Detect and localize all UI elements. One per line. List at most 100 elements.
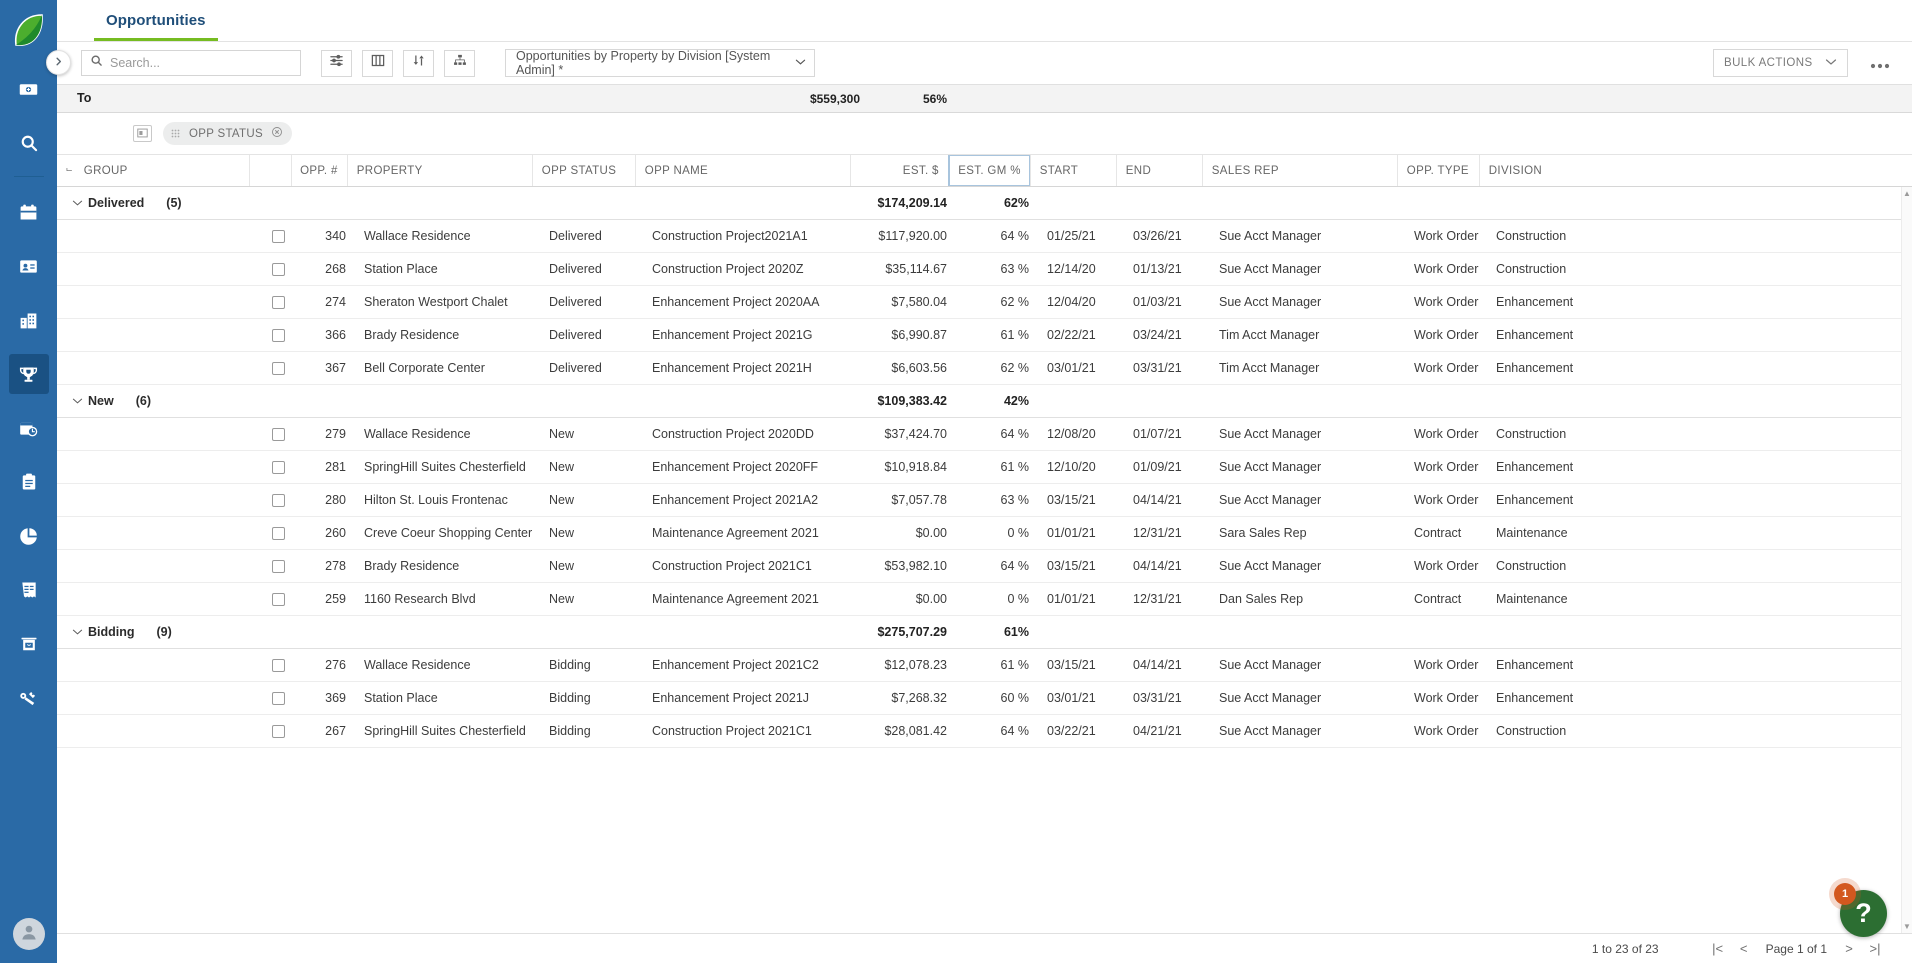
filter-button[interactable] [321, 50, 352, 77]
group-button[interactable] [444, 50, 475, 77]
column-header-opp_no[interactable]: OPP. # [291, 155, 347, 186]
group-panel-toggle[interactable] [133, 125, 152, 142]
view-selector[interactable]: Opportunities by Property by Division [S… [505, 49, 815, 77]
sidebar-item-calendar[interactable] [9, 192, 49, 232]
sidebar-item-properties[interactable] [9, 300, 49, 340]
column-header-est[interactable]: EST. $ [850, 155, 948, 186]
row-checkbox-cell[interactable] [257, 352, 299, 384]
row-checkbox[interactable] [272, 725, 285, 738]
bulk-actions-button[interactable]: BULK ACTIONS [1713, 49, 1848, 77]
column-header-start[interactable]: START [1030, 155, 1116, 186]
row-checkbox-cell[interactable] [257, 418, 299, 450]
sort-indicator-icon[interactable]: ⌐ [57, 155, 75, 186]
search-input[interactable] [110, 56, 292, 70]
table-row[interactable]: 276Wallace ResidenceBiddingEnhancement P… [57, 649, 1912, 682]
chevron-down-icon[interactable] [66, 199, 88, 207]
row-checkbox[interactable] [272, 560, 285, 573]
row-checkbox[interactable] [272, 461, 285, 474]
column-header-opp_status[interactable]: OPP STATUS [532, 155, 635, 186]
table-row[interactable]: 268Station PlaceDeliveredConstruction Pr… [57, 253, 1912, 286]
first-page-icon[interactable]: |< [1705, 941, 1731, 956]
avatar[interactable] [13, 918, 45, 950]
row-checkbox-cell[interactable] [257, 220, 299, 252]
row-checkbox-cell[interactable] [257, 550, 299, 582]
sidebar-item-opportunities[interactable] [9, 354, 49, 394]
scroll-down-icon[interactable]: ▼ [1903, 922, 1911, 931]
table-row[interactable]: 274Sheraton Westport ChaletDeliveredEnha… [57, 286, 1912, 319]
row-checkbox[interactable] [272, 230, 285, 243]
row-checkbox[interactable] [272, 659, 285, 672]
column-header-group[interactable]: GROUP [75, 155, 249, 186]
sidebar-item-search[interactable] [9, 123, 49, 163]
columns-button[interactable] [362, 50, 393, 77]
row-checkbox[interactable] [272, 428, 285, 441]
row-checkbox[interactable] [272, 527, 285, 540]
next-page-icon[interactable]: > [1836, 941, 1862, 956]
vertical-scrollbar[interactable]: ▲ ▼ [1901, 187, 1912, 933]
row-checkbox-cell[interactable] [257, 583, 299, 615]
column-header-select[interactable] [249, 155, 291, 186]
chevron-down-icon[interactable] [66, 628, 88, 636]
row-checkbox-cell[interactable] [257, 451, 299, 483]
sidebar-collapse-toggle[interactable] [46, 50, 71, 75]
help-notification-badge[interactable]: 1 [1834, 883, 1856, 905]
table-row[interactable]: 281SpringHill Suites ChesterfieldNewEnha… [57, 451, 1912, 484]
drag-grip-icon[interactable] [171, 129, 181, 139]
row-checkbox-cell[interactable] [257, 715, 299, 747]
column-header-est_gm[interactable]: EST. GM % [948, 155, 1030, 186]
row-checkbox[interactable] [272, 296, 285, 309]
row-checkbox-cell[interactable] [257, 286, 299, 318]
table-row[interactable]: 340Wallace ResidenceDeliveredConstructio… [57, 220, 1912, 253]
sidebar-item-work-orders[interactable] [9, 462, 49, 502]
column-header-opp_name[interactable]: OPP NAME [635, 155, 850, 186]
sidebar-item-money[interactable] [9, 69, 49, 109]
sidebar-item-time[interactable] [9, 408, 49, 448]
more-menu-button[interactable] [1870, 49, 1890, 77]
column-header-property[interactable]: PROPERTY [347, 155, 532, 186]
table-row[interactable]: 2591160 Research BlvdNewMaintenance Agre… [57, 583, 1912, 616]
sidebar-item-receipts[interactable] [9, 624, 49, 664]
sidebar-item-reports[interactable] [9, 516, 49, 556]
sidebar-item-contacts[interactable] [9, 246, 49, 286]
row-checkbox-cell[interactable] [257, 517, 299, 549]
row-checkbox[interactable] [272, 692, 285, 705]
cell-opp_name [643, 385, 858, 417]
scroll-up-icon[interactable]: ▲ [1903, 189, 1911, 198]
group-header-row[interactable]: Delivered(5)$174,209.1462% [57, 187, 1912, 220]
search-box[interactable] [81, 50, 301, 76]
row-checkbox[interactable] [272, 494, 285, 507]
row-checkbox-cell[interactable] [257, 682, 299, 714]
sidebar-item-equipment[interactable] [9, 678, 49, 718]
column-header-sales_rep[interactable]: SALES REP [1202, 155, 1397, 186]
table-row[interactable]: 369Station PlaceBiddingEnhancement Proje… [57, 682, 1912, 715]
sidebar-item-invoices[interactable] [9, 570, 49, 610]
row-checkbox[interactable] [272, 362, 285, 375]
group-chip-opp-status[interactable]: OPP STATUS [163, 122, 292, 145]
prev-page-icon[interactable]: < [1731, 941, 1757, 956]
column-header-division[interactable]: DIVISION [1479, 155, 1659, 186]
tab-opportunities[interactable]: Opportunities [94, 12, 218, 41]
chevron-down-icon[interactable] [66, 397, 88, 405]
remove-circle-icon[interactable] [271, 126, 283, 141]
group-header-row[interactable]: New(6)$109,383.4242% [57, 385, 1912, 418]
table-row[interactable]: 367Bell Corporate CenterDeliveredEnhance… [57, 352, 1912, 385]
table-row[interactable]: 260Creve Coeur Shopping CenterNewMainten… [57, 517, 1912, 550]
table-row[interactable]: 267SpringHill Suites ChesterfieldBidding… [57, 715, 1912, 748]
row-checkbox-cell[interactable] [257, 253, 299, 285]
table-row[interactable]: 278Brady ResidenceNewConstruction Projec… [57, 550, 1912, 583]
column-header-end[interactable]: END [1116, 155, 1202, 186]
group-header-row[interactable]: Bidding(9)$275,707.2961% [57, 616, 1912, 649]
table-row[interactable]: 366Brady ResidenceDeliveredEnhancement P… [57, 319, 1912, 352]
table-row[interactable]: 280Hilton St. Louis FrontenacNewEnhancem… [57, 484, 1912, 517]
column-header-opp_type[interactable]: OPP. TYPE [1397, 155, 1479, 186]
app-logo[interactable] [0, 0, 57, 62]
table-row[interactable]: 279Wallace ResidenceNewConstruction Proj… [57, 418, 1912, 451]
row-checkbox-cell[interactable] [257, 484, 299, 516]
row-checkbox[interactable] [272, 263, 285, 276]
row-checkbox[interactable] [272, 593, 285, 606]
row-checkbox-cell[interactable] [257, 319, 299, 351]
last-page-icon[interactable]: >| [1862, 941, 1888, 956]
row-checkbox-cell[interactable] [257, 649, 299, 681]
sort-button[interactable] [403, 50, 434, 77]
row-checkbox[interactable] [272, 329, 285, 342]
